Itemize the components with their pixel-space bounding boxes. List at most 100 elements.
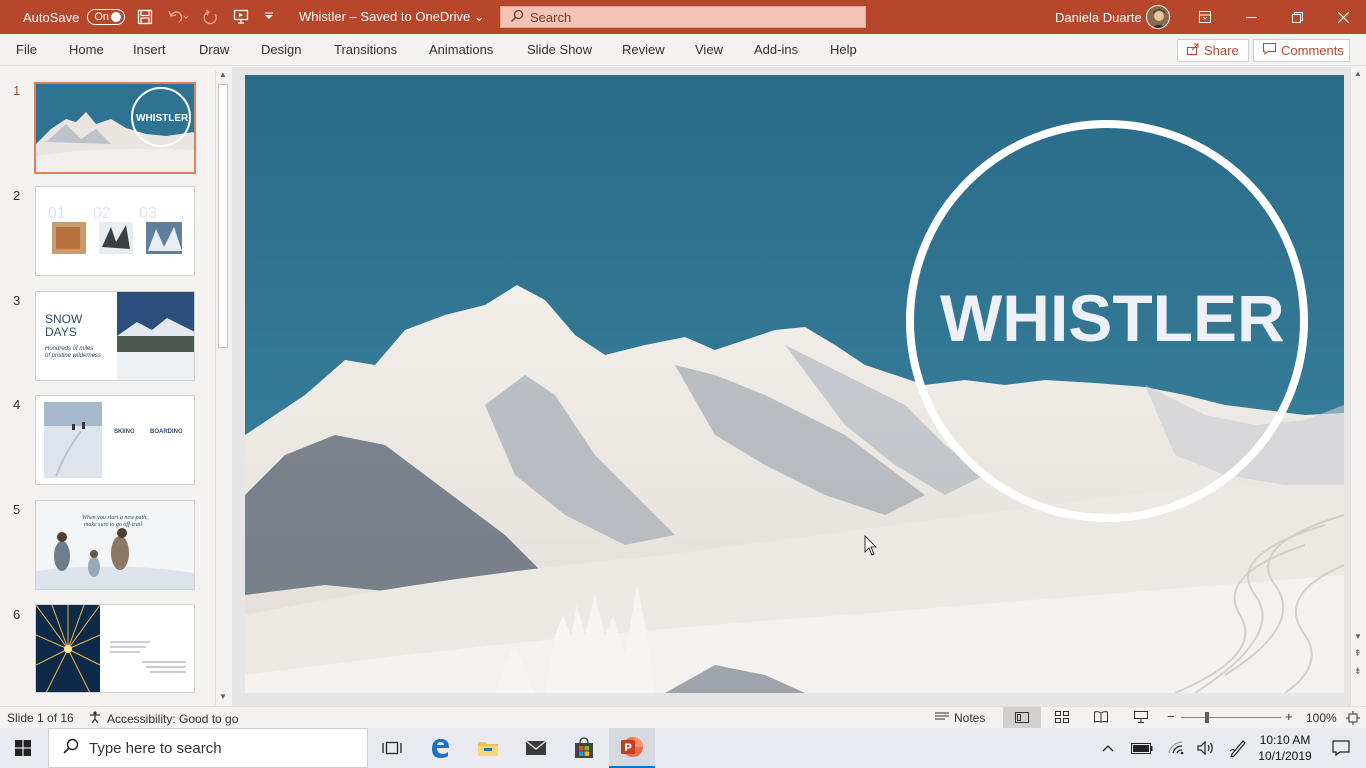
zoom-slider[interactable] — [1181, 712, 1281, 723]
slide-thumbnail-5[interactable]: When you start a new path, make sure to … — [35, 500, 195, 590]
mail-icon[interactable] — [513, 728, 559, 768]
undo-icon[interactable] — [167, 9, 189, 25]
clock-date: 10/1/2019 — [1258, 749, 1312, 763]
thumbnail-4-col1: SKIING — [114, 429, 135, 435]
taskbar-search-box[interactable]: Type here to search — [48, 728, 368, 768]
scrollbar-thumb[interactable] — [218, 84, 228, 348]
slide-thumbnail-2[interactable]: 01 02 03 — [35, 186, 195, 276]
zoom-level[interactable]: 100% — [1306, 711, 1337, 725]
customize-qat-icon[interactable] — [263, 11, 275, 23]
status-bar: Slide 1 of 16 Accessibility: Good to go … — [0, 706, 1366, 728]
tab-help[interactable]: Help — [830, 42, 857, 57]
slide-thumbnails-pane: 1 2 3 4 5 6 WHISTLER 01 02 03 SNOW DAYS … — [0, 67, 232, 706]
save-icon[interactable] — [137, 9, 153, 25]
tab-draw[interactable]: Draw — [199, 42, 229, 57]
task-view-icon[interactable] — [369, 728, 415, 768]
scroll-down-icon[interactable]: ▼ — [219, 692, 227, 701]
clock-time: 10:10 AM — [1259, 733, 1311, 747]
minimize-icon[interactable] — [1228, 0, 1274, 34]
slide-counter[interactable]: Slide 1 of 16 — [7, 711, 74, 725]
tab-add-ins[interactable]: Add-ins — [754, 42, 798, 57]
thumbnail-3-image — [117, 292, 194, 380]
tab-insert[interactable]: Insert — [133, 42, 166, 57]
share-button[interactable]: Share — [1177, 39, 1249, 62]
windows-logo-icon[interactable] — [0, 728, 46, 768]
file-explorer-icon[interactable] — [465, 728, 511, 768]
thumbnail-6-image — [36, 605, 186, 692]
normal-view-icon[interactable] — [1003, 707, 1041, 728]
current-slide[interactable] — [245, 75, 1344, 693]
tab-design[interactable]: Design — [261, 42, 301, 57]
thumbnail-number: 1 — [13, 83, 21, 98]
slide-thumbnail-6[interactable] — [35, 604, 195, 693]
thumbnails-scrollbar[interactable]: ▲ ▼ — [215, 70, 230, 705]
toggle-knob — [111, 12, 122, 22]
slide-title[interactable]: WHISTLER — [940, 280, 1285, 356]
previous-slide-icon[interactable]: ⇞ — [1354, 649, 1362, 658]
slide-scrollbar[interactable]: ▲ ▼ ⇞ ⇟ — [1350, 67, 1366, 706]
thumbnail-number: 2 — [13, 188, 21, 203]
zoom-out-button[interactable]: − — [1167, 709, 1175, 724]
thumbnail-number: 6 — [13, 607, 21, 622]
thumbnail-3-title-b: DAYS — [45, 325, 77, 339]
slide-thumbnail-3[interactable]: SNOW DAYS Hundreds of miles of pristine … — [35, 291, 195, 381]
slide-sorter-icon[interactable] — [1055, 711, 1069, 726]
ribbon-tabs: File Home Insert Draw Design Transitions… — [0, 34, 1366, 66]
thumbnail-1-image — [36, 84, 194, 172]
tab-view[interactable]: View — [695, 42, 723, 57]
zoom-slider-thumb[interactable] — [1205, 712, 1209, 723]
ribbon-display-icon[interactable] — [1182, 0, 1228, 34]
edge-icon[interactable] — [417, 728, 463, 768]
search-box[interactable]: Search — [500, 6, 866, 28]
notes-label: Notes — [954, 711, 986, 725]
comment-icon — [1263, 43, 1276, 58]
thumbnail-number: 4 — [13, 397, 21, 412]
quick-access-toolbar — [137, 9, 275, 25]
notes-button[interactable]: Notes — [935, 711, 985, 725]
redo-icon[interactable] — [203, 9, 219, 25]
thumbnail-4-col2: BOARDING — [150, 429, 183, 435]
tab-review[interactable]: Review — [622, 42, 665, 57]
slide-thumbnail-1[interactable]: WHISTLER — [34, 82, 196, 174]
avatar[interactable] — [1146, 5, 1170, 29]
slide-background-image — [245, 75, 1344, 693]
restore-icon[interactable] — [1274, 0, 1320, 34]
autosave-label: AutoSave — [23, 9, 80, 25]
tab-home[interactable]: Home — [69, 42, 104, 57]
thumbnail-5-quote-a: When you start a new path, — [82, 515, 148, 521]
powerpoint-window: AutoSave On Whistler – Saved to OneDrive… — [0, 0, 1366, 768]
search-icon — [501, 9, 530, 26]
chevron-down-icon: ⌄ — [473, 9, 485, 24]
comments-label: Comments — [1281, 43, 1344, 58]
thumbnail-number: 5 — [13, 502, 21, 517]
slide-thumbnail-4[interactable]: SKIING BOARDING — [35, 395, 195, 485]
share-icon — [1187, 43, 1199, 58]
tab-file[interactable]: File — [16, 42, 37, 57]
autosave-toggle[interactable]: On — [87, 9, 126, 25]
user-name[interactable]: Daniela Duarte — [1055, 10, 1142, 25]
next-slide-icon[interactable]: ⇟ — [1354, 667, 1362, 676]
powerpoint-icon[interactable] — [609, 728, 655, 768]
notifications-icon[interactable] — [1318, 728, 1364, 768]
reading-view-icon[interactable] — [1094, 711, 1108, 726]
scroll-up-icon[interactable]: ▲ — [219, 70, 227, 79]
tab-transitions[interactable]: Transitions — [334, 42, 397, 57]
taskbar-clock[interactable]: 10:10 AM 10/1/2019 — [1250, 732, 1320, 764]
scroll-up-icon[interactable]: ▲ — [1354, 69, 1362, 78]
document-title[interactable]: Whistler – Saved to OneDrive ⌄ — [299, 9, 485, 25]
document-title-text: Whistler – Saved to OneDrive — [299, 9, 471, 24]
close-icon[interactable] — [1320, 0, 1366, 34]
taskbar-search-placeholder: Type here to search — [89, 739, 222, 757]
present-icon[interactable] — [233, 9, 249, 25]
scroll-down-icon[interactable]: ▼ — [1354, 632, 1362, 641]
autosave-state: On — [94, 11, 110, 23]
accessibility-status[interactable]: Accessibility: Good to go — [89, 711, 238, 727]
fit-slide-icon[interactable] — [1346, 711, 1360, 728]
tab-animations[interactable]: Animations — [429, 42, 493, 57]
thumbnail-2-image — [52, 222, 182, 254]
store-icon[interactable] — [561, 728, 607, 768]
slideshow-icon[interactable] — [1134, 711, 1148, 726]
zoom-in-button[interactable]: + — [1285, 709, 1293, 724]
comments-button[interactable]: Comments — [1253, 39, 1350, 62]
tab-slide-show[interactable]: Slide Show — [527, 42, 592, 57]
